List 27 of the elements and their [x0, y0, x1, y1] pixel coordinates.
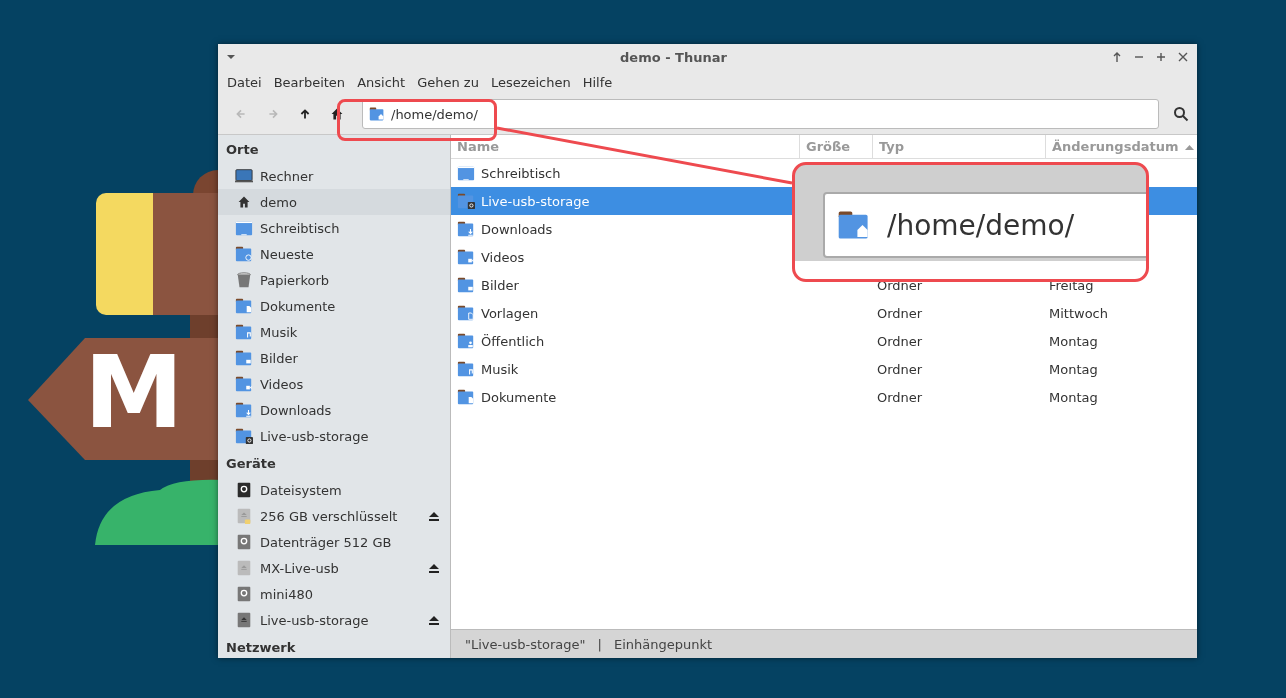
file-name: Dokumente — [481, 389, 557, 405]
table-cell: Montag — [1049, 361, 1098, 377]
table-cell: Ordner — [877, 333, 923, 349]
table-cell: Ordner — [877, 361, 923, 377]
table-cell: Montag — [1049, 333, 1098, 349]
file-name: Bilder — [481, 277, 519, 293]
file-name: Live-usb-storage — [481, 193, 590, 209]
table-cell: Montag — [1049, 389, 1098, 405]
magnified-location-field: /home/demo/ — [823, 192, 1146, 258]
section-heading: Geräte — [225, 454, 277, 473]
file-name: Videos — [481, 249, 525, 265]
file-name: Schreibtisch — [481, 165, 561, 181]
file-name: Vorlagen — [481, 305, 539, 321]
file-name: Öffentlich — [481, 333, 545, 349]
table-cell: Mittwoch — [1049, 305, 1108, 321]
status-text: Einhängepunkt — [613, 636, 713, 652]
logo-letter: M — [84, 343, 184, 443]
window-title: demo - Thunar — [619, 49, 728, 65]
table-cell: Ordner — [877, 305, 923, 321]
table-cell: Ordner — [877, 277, 923, 293]
section-heading: Netzwerk — [225, 638, 297, 657]
file-name: Downloads — [481, 221, 553, 237]
table-cell: Ordner — [877, 389, 923, 405]
file-name: Musik — [481, 361, 519, 377]
section-heading: Orte — [225, 140, 260, 159]
status-text: | — [597, 636, 602, 652]
status-text: "Live-usb-storage" — [465, 636, 586, 652]
